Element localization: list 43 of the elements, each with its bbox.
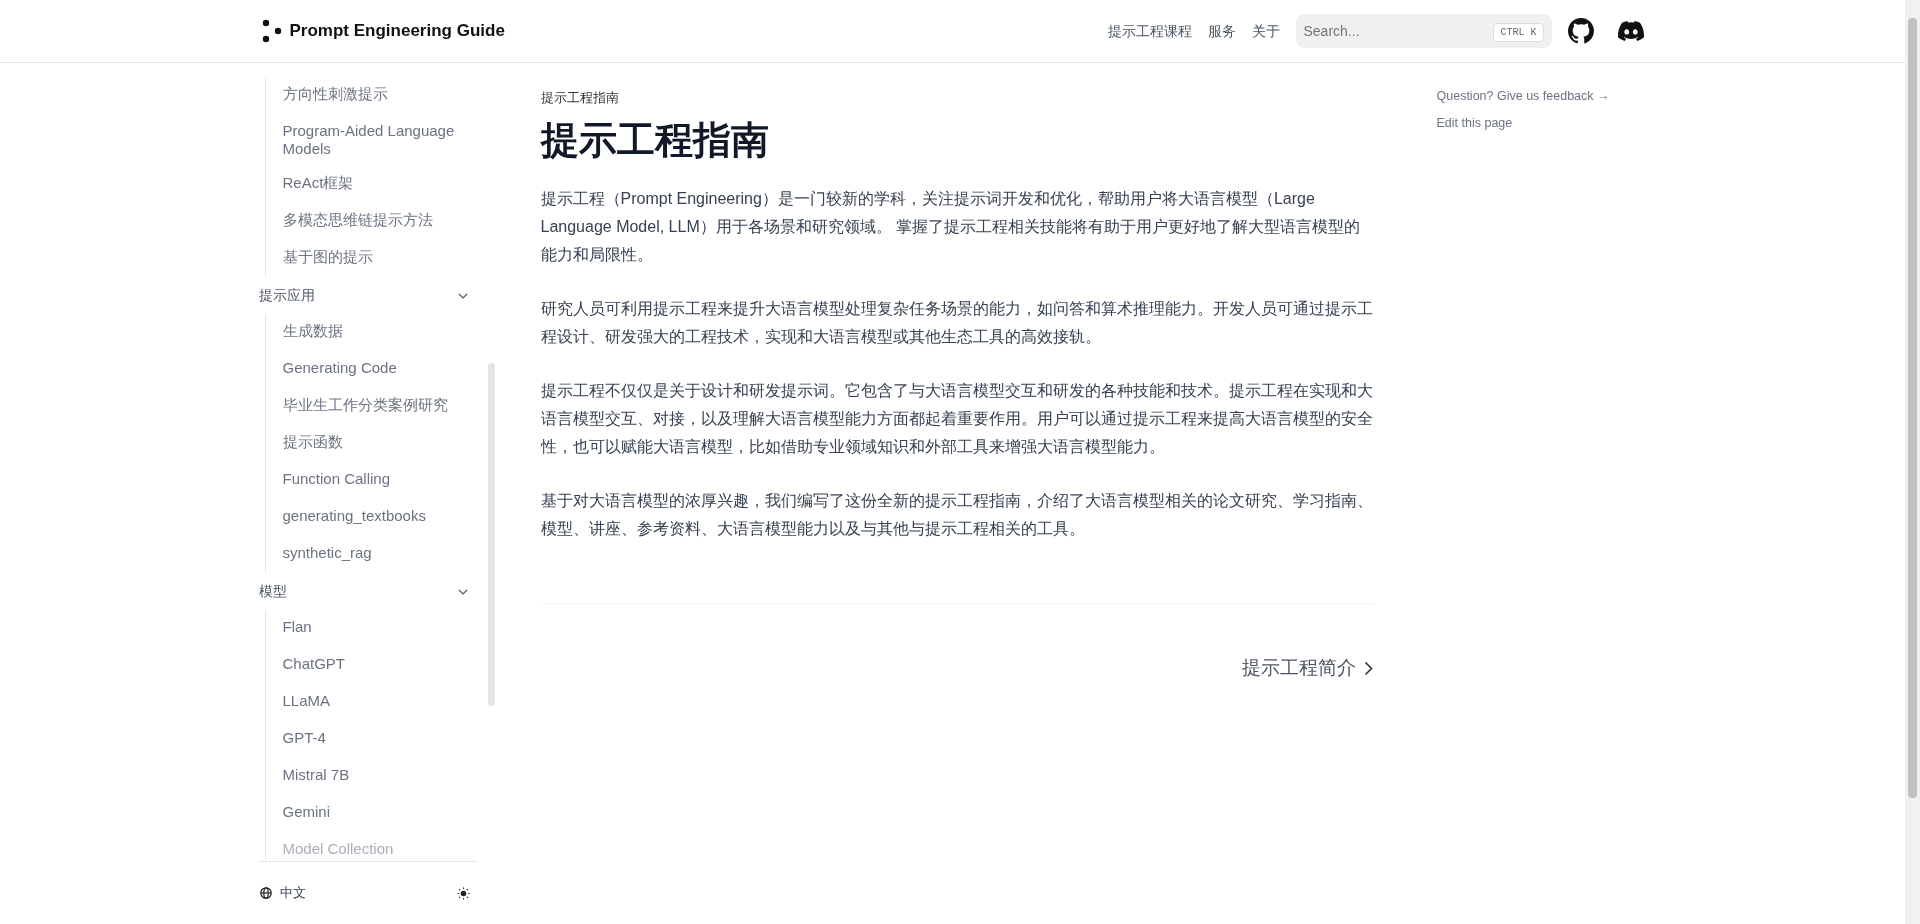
discord-icon[interactable]	[1617, 21, 1644, 41]
sidebar-item[interactable]: Mistral 7B	[282, 758, 455, 795]
paragraph: 基于对大语言模型的浓厚兴趣，我们编写了这份全新的提示工程指南，介绍了大语言模型相关的论文研究、学习指南、模型、讲座、参考资料、大语言模型能力以及与其他与提示工程相关的工具。	[540, 491, 1373, 540]
logo-icon	[261, 18, 282, 44]
page-title: 提示工程指南	[540, 117, 770, 163]
sidebar-item[interactable]: Flan	[282, 610, 455, 647]
sidebar-scrollbar[interactable]	[487, 363, 495, 706]
github-icon[interactable]	[1567, 18, 1594, 44]
home-link[interactable]: Prompt Engineering Guide	[261, 18, 505, 44]
sidebar-group[interactable]: 模型	[257, 573, 488, 610]
chevron-right-icon	[1363, 660, 1373, 676]
sidebar-group[interactable]: 提示应用	[257, 277, 488, 314]
toc-link[interactable]: Question? Give us feedback →	[1436, 87, 1610, 106]
sidebar-item[interactable]: 毕业生工作分类案例研究	[282, 388, 455, 425]
paragraph: 提示工程（Prompt Engineering）是一门较新的学科，关注提示词开发和优化，帮助用户将大语言模型（Large Language Model, LLM）用于各场景和研究领域。 掌握了提示工程相关技能将有助于用户更好地了解大型语言模型的能力和局限性。	[540, 189, 1362, 266]
sidebar-item[interactable]: 方向性刺激提示	[282, 77, 455, 114]
theme-toggle-icon[interactable]	[456, 886, 470, 900]
sidebar-item[interactable]: 生成数据	[282, 314, 455, 351]
sidebar-item[interactable]: GPT-4	[282, 721, 455, 758]
sidebar-item[interactable]: 基于图的提示	[282, 240, 455, 277]
toc-link[interactable]: Edit this page	[1436, 113, 1610, 133]
sidebar-item[interactable]: ChatGPT	[282, 647, 455, 684]
nav-link[interactable]: 关于	[1251, 20, 1280, 42]
sidebar-item[interactable]: Gemini	[282, 795, 455, 832]
sidebar-item[interactable]: Generating Code	[282, 351, 455, 388]
sidebar-item[interactable]: synthetic_rag	[282, 536, 455, 573]
nav-link[interactable]: 提示工程课程	[1107, 20, 1192, 42]
sidebar-item[interactable]: Program-Aided Language Models	[282, 114, 455, 166]
sidebar-item[interactable]: ReAct框架	[282, 166, 455, 203]
sidebar-item[interactable]: generating_textbooks	[282, 499, 455, 536]
paragraph: 研究人员可利用提示工程来提升大语言模型处理复杂任务场景的能力，如问答和算术推理能力。开发人员可通过提示工程设计、研发强大的工程技术，实现和大语言模型或其他生态工具的高效接轨。	[540, 299, 1373, 348]
sidebar-item[interactable]: 提示函数	[282, 425, 455, 462]
nav-link[interactable]: 服务	[1207, 20, 1236, 42]
sidebar-item[interactable]: 多模态思维链提示方法	[282, 203, 455, 240]
page-scrollbar[interactable]	[1908, 18, 1917, 798]
next-page-link[interactable]: 提示工程简介	[1241, 654, 1373, 683]
breadcrumb: 提示工程指南	[540, 89, 620, 107]
paragraph: 提示工程不仅仅是关于设计和研发提示词。它包含了与大语言模型交互和研发的各种技能和技术。提示工程在实现和大语言模型交互、对接，以及理解大语言模型能力方面都起着重要作用。用户可以通过提示工程来提高大语言模型的安全性，也可以赋能大语言模型，比如借助专业领域知识和外部工具来增强大语言模型能力。	[540, 381, 1373, 458]
sidebar-item[interactable]: LLaMA	[282, 684, 455, 721]
sidebar-item[interactable]: Function Calling	[282, 462, 455, 499]
language-selector[interactable]: 中文	[259, 883, 306, 903]
shortcut-hint: CTRL K	[1493, 23, 1544, 42]
globe-icon	[259, 887, 272, 899]
